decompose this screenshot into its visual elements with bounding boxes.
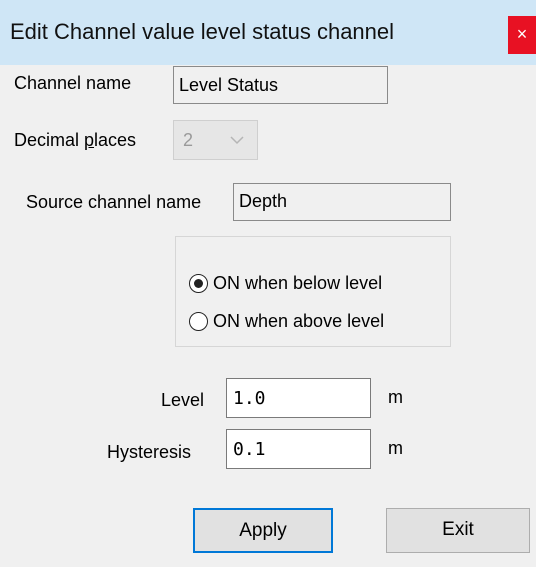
chevron-down-icon [230, 136, 244, 145]
decimal-places-value: 2 [183, 130, 194, 150]
hysteresis-input[interactable] [226, 429, 371, 469]
close-icon: × [516, 24, 528, 44]
hysteresis-unit: m [388, 438, 403, 458]
window-title: Edit Channel value level status channel [10, 19, 395, 44]
channel-name-label: Channel name [14, 73, 132, 93]
exit-button[interactable]: Exit [386, 508, 530, 553]
decimal-places-select[interactable]: 2 [173, 120, 258, 160]
source-channel-field[interactable]: Depth [233, 183, 451, 221]
level-input[interactable] [226, 378, 371, 418]
apply-button[interactable]: Apply [193, 508, 333, 553]
radio-above-indicator[interactable] [189, 312, 208, 331]
apply-label: Apply [239, 520, 287, 541]
radio-below-level[interactable]: ON when below level [189, 273, 382, 294]
exit-label: Exit [442, 519, 474, 540]
channel-name-value: Level Status [179, 75, 279, 95]
decimal-places-label: Decimal places [14, 130, 137, 150]
source-channel-label: Source channel name [26, 192, 202, 212]
radio-above-level[interactable]: ON when above level [189, 311, 384, 332]
hysteresis-label: Hysteresis [107, 442, 192, 462]
radio-above-label: ON when above level [213, 311, 385, 331]
trigger-mode-group: ON when below level ON when above level [175, 236, 451, 347]
level-label: Level [161, 390, 205, 410]
radio-below-indicator[interactable] [189, 274, 208, 293]
close-button[interactable]: × [508, 16, 536, 54]
channel-name-field[interactable]: Level Status [173, 66, 388, 104]
title-bar: Edit Channel value level status channel … [0, 0, 536, 65]
radio-below-label: ON when below level [213, 273, 383, 293]
level-unit: m [388, 387, 403, 407]
access-key: p [84, 130, 95, 150]
source-channel-value: Depth [239, 191, 288, 211]
